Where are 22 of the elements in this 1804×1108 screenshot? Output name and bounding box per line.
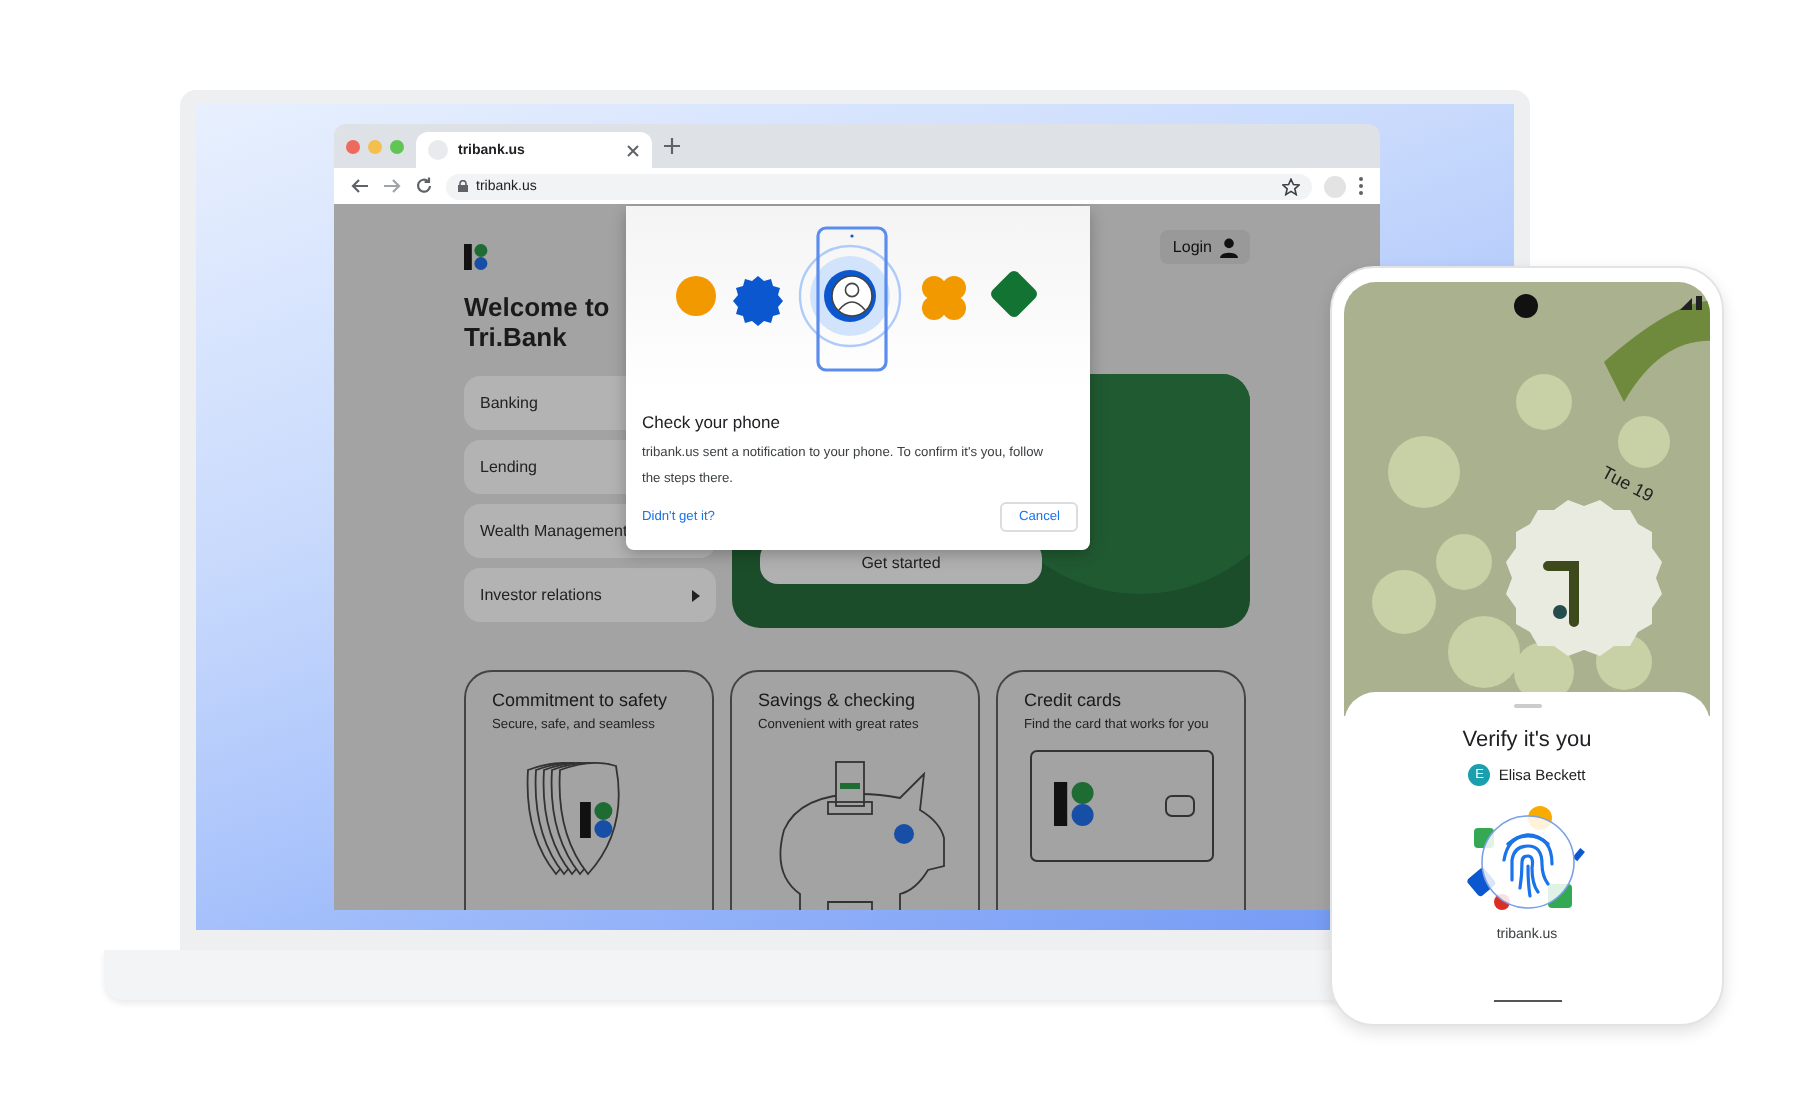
reload-icon[interactable] xyxy=(414,176,434,196)
card-title: Savings & checking xyxy=(758,690,916,710)
star-icon[interactable] xyxy=(1282,177,1300,195)
forward-arrow-icon[interactable] xyxy=(382,176,402,196)
card-title: Credit cards xyxy=(1024,690,1122,710)
welcome-heading: Welcome to Tri.Bank xyxy=(464,292,612,352)
plus-icon[interactable] xyxy=(664,138,680,154)
sheet-title: Verify it's you xyxy=(1462,728,1592,752)
close-window-icon[interactable] xyxy=(346,139,360,153)
back-arrow-icon[interactable] xyxy=(350,176,370,196)
more-menu-icon[interactable] xyxy=(1358,176,1364,196)
lock-icon xyxy=(458,180,468,192)
drag-handle[interactable] xyxy=(1513,704,1541,708)
login-button[interactable]: Login xyxy=(1160,230,1250,264)
close-icon[interactable] xyxy=(626,143,640,157)
nav-item[interactable]: Investor relations xyxy=(464,568,716,622)
person-icon xyxy=(1220,237,1238,257)
card-title: Commitment to safety xyxy=(492,690,668,710)
bank-logo-icon xyxy=(464,244,488,272)
caret-icon xyxy=(692,589,700,601)
lock-screen-date: Tue 19 xyxy=(1598,462,1657,506)
home-indicator xyxy=(1493,999,1561,1002)
